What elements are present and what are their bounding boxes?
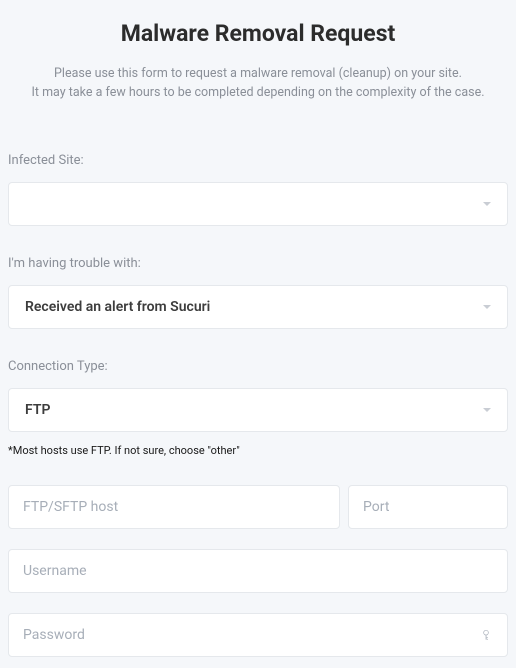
host-port-row — [8, 485, 508, 529]
connection-hint: *Most hosts use FTP. If not sure, choose… — [8, 444, 508, 457]
page-title: Malware Removal Request — [8, 20, 508, 47]
chevron-down-icon — [483, 305, 491, 309]
page-subtitle: Please use this form to request a malwar… — [8, 65, 508, 103]
form-container: Malware Removal Request Please use this … — [0, 0, 516, 657]
connection-type-label: Connection Type: — [8, 359, 508, 374]
subtitle-line1: Please use this form to request a malwar… — [54, 66, 462, 81]
trouble-label: I'm having trouble with: — [8, 256, 508, 271]
chevron-down-icon — [483, 408, 491, 412]
infected-site-select[interactable] — [8, 182, 508, 226]
connection-type-select[interactable]: FTP — [8, 388, 508, 432]
infected-site-label: Infected Site: — [8, 153, 508, 168]
trouble-select[interactable]: Received an alert from Sucuri — [8, 285, 508, 329]
host-input[interactable] — [8, 485, 340, 529]
password-input[interactable] — [8, 613, 508, 657]
show-password-icon[interactable] — [478, 627, 494, 643]
trouble-value: Received an alert from Sucuri — [25, 299, 483, 315]
connection-type-value: FTP — [25, 402, 483, 418]
username-input[interactable] — [8, 549, 508, 593]
port-input[interactable] — [348, 485, 508, 529]
chevron-down-icon — [483, 202, 491, 206]
subtitle-line2: It may take a few hours to be completed … — [32, 85, 485, 100]
